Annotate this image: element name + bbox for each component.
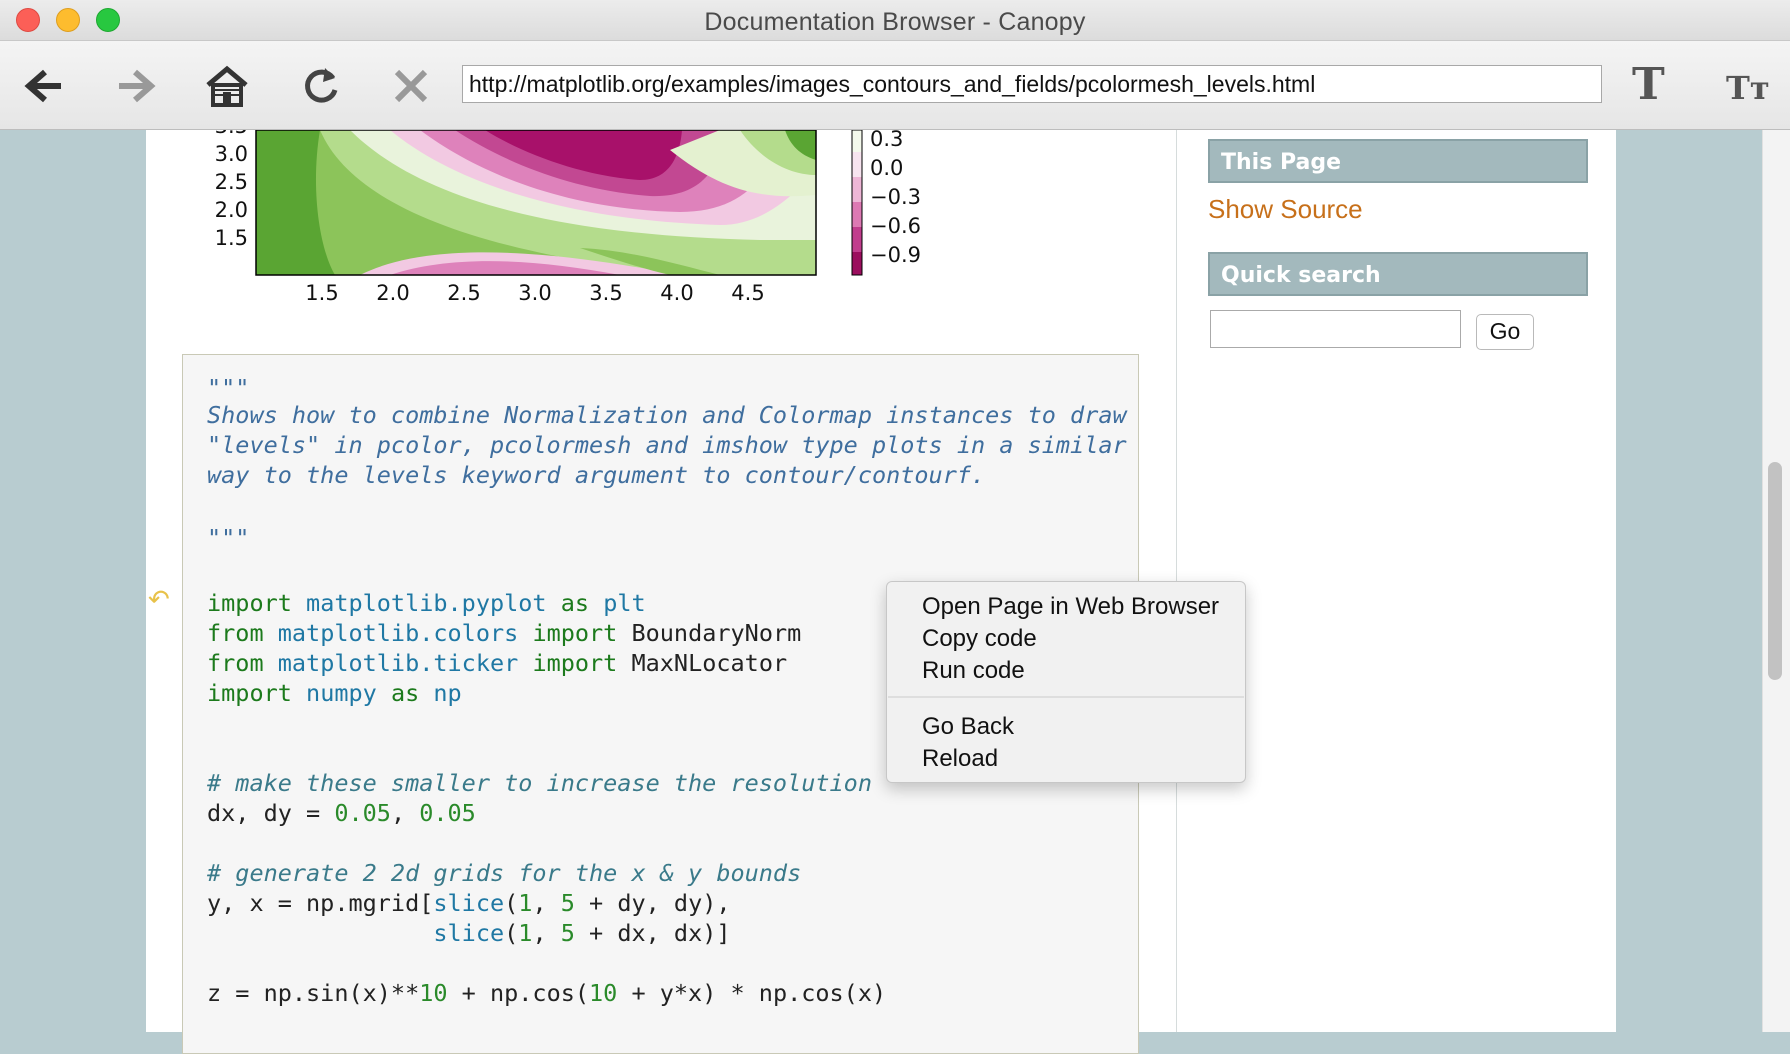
y-tick-label: 3.5 (215, 130, 248, 138)
code-line: dx, dy = 0.05, 0.05 (207, 799, 476, 827)
quick-search-header: Quick search (1208, 252, 1588, 296)
menu-item-run-code[interactable]: Run code (922, 657, 1025, 685)
code-line-import: import matplotlib.pyplot as plt (207, 589, 646, 617)
menu-item-reload[interactable]: Reload (922, 745, 998, 773)
code-line: y, x = np.mgrid[slice(1, 5 + dy, dy), (207, 889, 731, 917)
this-page-header: This Page (1208, 139, 1588, 183)
docstring-line: "levels" in pcolor, pcolormesh and imsho… (207, 431, 1127, 459)
menu-item-open-in-browser[interactable]: Open Page in Web Browser (922, 593, 1219, 621)
docstring-open: """ (207, 374, 250, 402)
code-line-import: import numpy as np (207, 679, 462, 707)
title-bar: Documentation Browser - Canopy (0, 0, 1790, 41)
code-line-import: from matplotlib.colors import BoundaryNo… (207, 619, 802, 647)
stop-icon (394, 69, 428, 103)
colorbar (851, 130, 863, 276)
back-button[interactable] (20, 61, 70, 111)
scrollbar-thumb[interactable] (1768, 462, 1782, 680)
code-comment: # generate 2 2d grids for the x & y boun… (207, 859, 802, 887)
font-larger-icon: T (1632, 59, 1665, 110)
context-menu: Open Page in Web Browser Copy code Run c… (886, 581, 1246, 783)
x-tick-label: 2.5 (447, 281, 480, 305)
colorbar-tick-label: 0.3 (870, 130, 903, 151)
plot-image (256, 130, 816, 275)
colorbar-tick-label: −0.9 (870, 243, 921, 267)
menu-separator (888, 696, 1244, 698)
x-tick-label: 3.5 (589, 281, 622, 305)
go-button[interactable]: Go (1476, 314, 1534, 350)
code-comment: # make these smaller to increase the res… (207, 769, 872, 797)
colorbar-tick-label: −0.6 (870, 214, 921, 238)
show-source-link[interactable]: Show Source (1208, 194, 1363, 225)
y-tick-label: 2.5 (215, 170, 248, 194)
back-arrow-icon (24, 69, 61, 103)
stop-button[interactable] (386, 61, 436, 111)
home-icon (206, 65, 248, 107)
forward-arrow-icon (119, 69, 156, 103)
quick-search-input[interactable] (1210, 310, 1461, 348)
reload-button[interactable] (296, 61, 346, 111)
home-button[interactable] (202, 61, 252, 111)
y-tick-label: 3.0 (215, 142, 248, 166)
undo-arrow-icon: ↶ (148, 584, 170, 614)
docstring-line: way to the levels keyword argument to co… (207, 461, 986, 489)
y-tick-label: 2.0 (215, 198, 248, 222)
font-smaller-icon: Tт (1726, 69, 1770, 107)
y-tick-label: 1.5 (215, 226, 248, 250)
font-larger-button[interactable]: T (1632, 59, 1665, 110)
docstring-close: """ (207, 524, 250, 552)
code-line: z = np.sin(x)**10 + np.cos(10 + y*x) * n… (207, 979, 887, 1007)
x-tick-label: 2.0 (376, 281, 409, 305)
code-line: slice(1, 5 + dx, dx)] (433, 919, 731, 947)
x-tick-label: 3.0 (518, 281, 551, 305)
colorbar-tick-label: −0.3 (870, 185, 921, 209)
window-title: Documentation Browser - Canopy (704, 8, 1086, 36)
x-tick-label: 1.5 (305, 281, 338, 305)
browser-toolbar: http://matplotlib.org/examples/images_co… (0, 41, 1790, 130)
url-input[interactable]: http://matplotlib.org/examples/images_co… (462, 65, 1602, 103)
x-tick-label: 4.5 (731, 281, 764, 305)
forward-button[interactable] (110, 61, 160, 111)
menu-item-go-back[interactable]: Go Back (922, 713, 1014, 741)
x-tick-label: 4.0 (660, 281, 693, 305)
colorbar-tick-label: 0.0 (870, 156, 903, 180)
docstring-line: Shows how to combine Normalization and C… (207, 401, 1127, 429)
menu-item-copy-code[interactable]: Copy code (922, 625, 1037, 653)
code-line-import: from matplotlib.ticker import MaxNLocato… (207, 649, 788, 677)
font-smaller-button[interactable]: Tт (1726, 69, 1770, 107)
reload-icon (305, 68, 338, 103)
pcolormesh-plot: 3.5 3.0 2.5 2.0 1.5 1.5 2.0 2.5 3.0 3.5 … (215, 130, 921, 305)
